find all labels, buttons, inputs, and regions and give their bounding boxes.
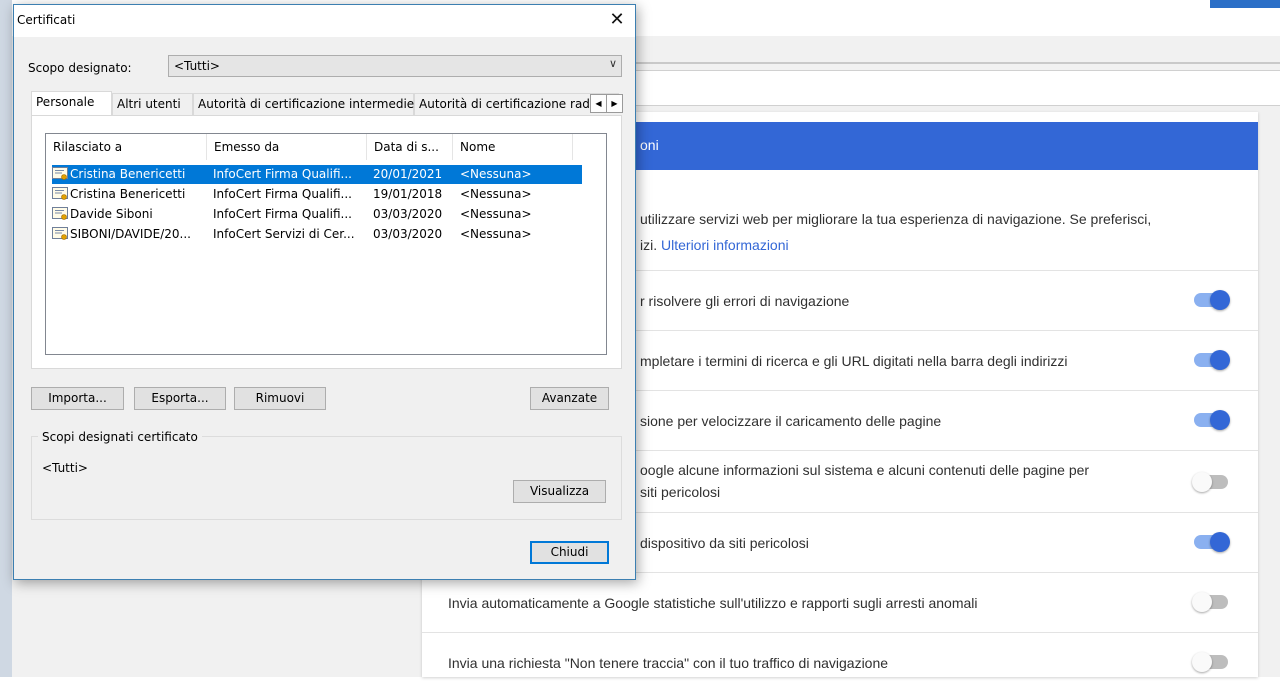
cell-issued-by: InfoCert Firma Qualifi... — [213, 187, 352, 201]
view-button[interactable]: Visualizza — [513, 480, 606, 503]
description-text-line2: izi. — [640, 237, 658, 253]
tab-panel: Rilasciato a Emesso da Data di s... Nome… — [31, 115, 622, 369]
certificate-icon — [52, 227, 68, 240]
setting-label-block: oogle alcune informazioni sul sistema e … — [640, 451, 1280, 513]
setting-label: sione per velocizzare il caricamento del… — [640, 413, 942, 429]
certificate-list[interactable]: Rilasciato a Emesso da Data di s... Nome… — [45, 133, 607, 355]
scope-select[interactable]: <Tutti> ∨ — [168, 55, 622, 77]
certificate-icon — [52, 187, 68, 200]
setting-label: oogle alcune informazioni sul sistema e … — [640, 462, 1090, 478]
section-title: oni — [640, 137, 659, 153]
toggle-knob — [1210, 290, 1230, 310]
setting-row: Invia una richiesta "Non tenere traccia"… — [422, 632, 1258, 693]
setting-toggle[interactable] — [1194, 532, 1230, 552]
tab-personale[interactable]: Personale — [31, 91, 112, 115]
column-name[interactable]: Nome — [453, 134, 573, 160]
toggle-knob — [1192, 652, 1212, 672]
setting-toggle[interactable] — [1192, 652, 1228, 672]
cell-date: 19/01/2018 — [373, 187, 443, 201]
cell-name: <Nessuna> — [460, 187, 532, 201]
tab-altri-utenti[interactable]: Altri utenti — [112, 93, 193, 115]
cell-name: <Nessuna> — [460, 207, 532, 221]
cell-issued-to: Cristina Benericetti — [70, 167, 186, 181]
cell-name: <Nessuna> — [460, 227, 532, 241]
cell-issued-by: InfoCert Servizi di Cer... — [213, 227, 355, 241]
tab-root-ca[interactable]: Autorità di certificazione radice attend… — [414, 93, 619, 115]
dialog-title: Certificati — [17, 13, 76, 27]
certificate-icon — [52, 167, 68, 180]
scope-label: Scopo designato: — [28, 61, 132, 75]
column-expiry-date[interactable]: Data di s... — [367, 134, 453, 160]
table-row[interactable]: Cristina Benericetti InfoCert Firma Qual… — [52, 165, 582, 184]
tab-divider — [636, 62, 1280, 64]
cell-date: 03/03/2020 — [373, 207, 443, 221]
tab-intermediate-ca[interactable]: Autorità di certificazione intermedie — [193, 93, 414, 115]
chevron-down-icon: ∨ — [608, 57, 617, 70]
scope-select-value: <Tutti> — [174, 59, 220, 73]
tab-scroll-buttons: ◀ ▶ — [590, 94, 623, 113]
toggle-knob — [1192, 472, 1212, 492]
purposes-value: <Tutti> — [42, 461, 88, 475]
dialog-titlebar[interactable]: Certificati ✕ — [14, 5, 635, 37]
cell-date: 20/01/2021 — [373, 167, 443, 181]
setting-toggle[interactable] — [1192, 472, 1228, 492]
scroll-left-icon[interactable]: ◀ — [590, 94, 607, 113]
column-issued-by[interactable]: Emesso da — [207, 134, 367, 160]
list-header: Rilasciato a Emesso da Data di s... Nome — [46, 134, 606, 160]
setting-toggle[interactable] — [1192, 592, 1228, 612]
setting-toggle[interactable] — [1194, 410, 1230, 430]
privacy-description: utilizzare servizi web per migliorare la… — [640, 206, 1240, 258]
cell-issued-by: InfoCert Firma Qualifi... — [213, 167, 352, 181]
certificates-dialog: Certificati ✕ Scopo designato: <Tutti> ∨… — [13, 4, 636, 580]
cell-issued-to: SIBONI/DAVIDE/20... — [70, 227, 191, 241]
setting-row: Invia automaticamente a Google statistic… — [422, 572, 1258, 633]
close-icon[interactable]: ✕ — [605, 8, 629, 32]
table-row[interactable]: Cristina Benericetti InfoCert Firma Qual… — [52, 185, 582, 204]
left-edge-bar — [0, 0, 12, 677]
address-bar[interactable] — [636, 70, 1280, 106]
setting-toggle[interactable] — [1194, 290, 1230, 310]
import-button[interactable]: Importa... — [31, 387, 124, 410]
purposes-group — [31, 436, 622, 520]
setting-label: r risolvere gli errori di navigazione — [640, 293, 850, 309]
certificate-icon — [52, 207, 68, 220]
table-row[interactable]: SIBONI/DAVIDE/20... InfoCert Servizi di … — [52, 225, 582, 244]
toggle-knob — [1210, 350, 1230, 370]
close-button[interactable]: Chiudi — [530, 541, 609, 564]
cell-name: <Nessuna> — [460, 167, 532, 181]
setting-label-line2: siti pericolosi — [640, 484, 721, 500]
setting-label: Invia una richiesta "Non tenere traccia"… — [448, 655, 889, 671]
table-row[interactable]: Davide Siboni InfoCert Firma Qualifi... … — [52, 205, 582, 224]
setting-label: Invia automaticamente a Google statistic… — [448, 595, 978, 611]
scroll-right-icon[interactable]: ▶ — [606, 94, 623, 113]
setting-toggle[interactable] — [1194, 350, 1230, 370]
purposes-group-title: Scopi designati certificato — [38, 430, 202, 444]
setting-label: dispositivo da siti pericolosi — [640, 535, 809, 551]
cell-issued-to: Davide Siboni — [70, 207, 153, 221]
description-text: utilizzare servizi web per migliorare la… — [640, 211, 1152, 227]
toggle-knob — [1192, 592, 1212, 612]
cell-issued-by: InfoCert Firma Qualifi... — [213, 207, 352, 221]
remove-button[interactable]: Rimuovi — [234, 387, 326, 410]
advanced-button[interactable]: Avanzate — [530, 387, 609, 410]
column-issued-to[interactable]: Rilasciato a — [46, 134, 207, 160]
toggle-knob — [1210, 410, 1230, 430]
setting-label: mpletare i termini di ricerca e gli URL … — [640, 353, 1068, 369]
cell-issued-to: Cristina Benericetti — [70, 187, 186, 201]
window-corner-button[interactable] — [1210, 0, 1280, 8]
cell-date: 03/03/2020 — [373, 227, 443, 241]
store-tabs: Personale Altri utenti Autorità di certi… — [31, 91, 619, 115]
toggle-knob — [1210, 532, 1230, 552]
more-info-link[interactable]: Ulteriori informazioni — [661, 237, 789, 253]
export-button[interactable]: Esporta... — [134, 387, 226, 410]
